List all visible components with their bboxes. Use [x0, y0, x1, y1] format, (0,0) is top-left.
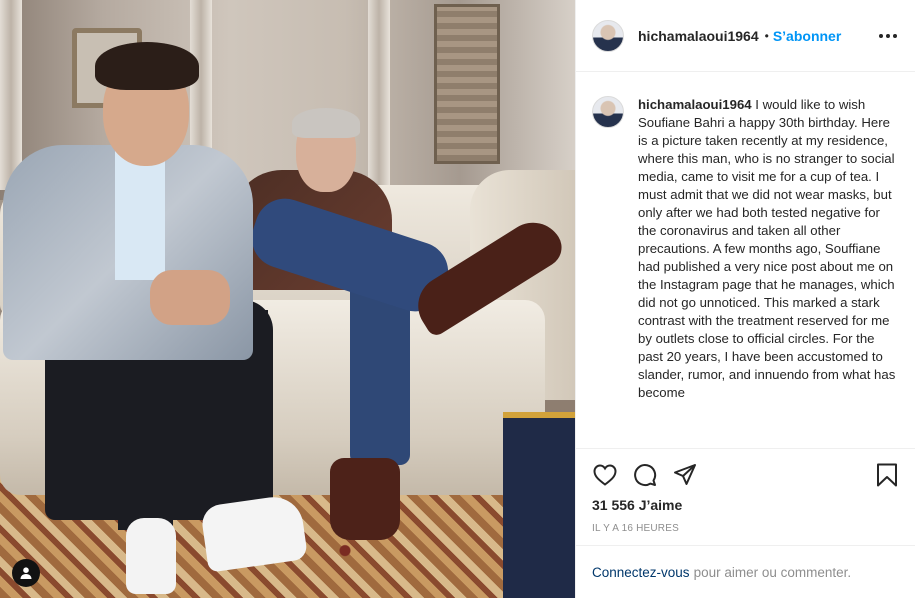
photo-pillar: [0, 0, 22, 190]
photo-person-hair: [95, 42, 199, 90]
separator-dot: •: [764, 28, 769, 43]
photo-carved-door: [434, 4, 500, 164]
login-link[interactable]: Connectez-vous: [592, 565, 690, 580]
photo-person-hair: [292, 108, 360, 138]
avatar[interactable]: [592, 96, 624, 128]
caption-section: hichamalaoui1964 I would like to wish So…: [576, 72, 915, 448]
user-tag-icon[interactable]: [12, 559, 40, 587]
caption-text: I would like to wish Soufiane Bahri a ha…: [638, 97, 896, 400]
avatar[interactable]: [592, 19, 624, 52]
follow-button[interactable]: S’abonner: [773, 28, 841, 44]
photo-white-sneaker: [199, 493, 309, 573]
caption-username-link[interactable]: hichamalaoui1964: [638, 97, 752, 112]
comment-icon[interactable]: [632, 462, 658, 488]
post-timestamp[interactable]: IL Y A 16 HEURES: [592, 523, 900, 534]
login-prompt-text: pour aimer ou commenter.: [693, 564, 852, 580]
post-side-panel: hichamalaoui1964 • S’abonner hichamalaou…: [575, 0, 915, 598]
action-icons-row: [592, 461, 900, 489]
photo-person-hands: [150, 270, 230, 325]
post-actions: 31 556 J’aime IL Y A 16 HEURES: [576, 448, 915, 534]
photo-person-leg: [118, 330, 173, 530]
likes-count[interactable]: 31 556 J’aime: [592, 497, 900, 513]
login-prompt: Connectez-vous pour aimer ou commenter.: [576, 545, 915, 598]
caption: hichamalaoui1964 I would like to wish So…: [638, 96, 899, 448]
paper-plane-icon[interactable]: [672, 462, 698, 488]
bookmark-icon[interactable]: [874, 462, 900, 488]
username-link[interactable]: hichamalaoui1964: [638, 28, 759, 44]
photo-brown-shoe: [330, 458, 400, 540]
more-options-icon[interactable]: [877, 28, 899, 44]
post-photo[interactable]: [0, 0, 575, 598]
post-header: hichamalaoui1964 • S’abonner: [576, 0, 915, 72]
heart-icon[interactable]: [592, 462, 618, 488]
photo-white-sneaker: [126, 518, 176, 594]
photo-person-shirt: [115, 150, 165, 280]
photo-side-table: [503, 412, 575, 598]
photo-pillar: [368, 0, 390, 190]
